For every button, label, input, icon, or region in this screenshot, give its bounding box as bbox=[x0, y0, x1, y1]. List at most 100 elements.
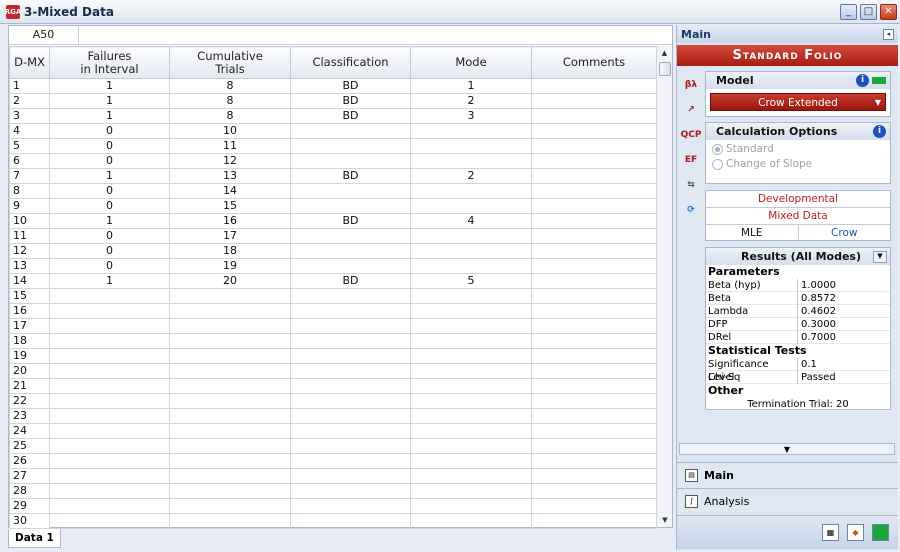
grid-cell[interactable] bbox=[290, 348, 411, 364]
grid-cell[interactable]: 15 bbox=[169, 198, 291, 214]
grid-cell[interactable] bbox=[531, 468, 657, 484]
row-header[interactable]: 19 bbox=[9, 348, 50, 364]
grid-cell[interactable] bbox=[410, 333, 532, 349]
grid-cell[interactable] bbox=[169, 453, 291, 469]
grid-cell[interactable] bbox=[169, 348, 291, 364]
row-header[interactable]: 21 bbox=[9, 378, 50, 394]
report-icon[interactable]: ▦ bbox=[822, 524, 839, 541]
grid-cell[interactable] bbox=[169, 408, 291, 424]
grid-cell[interactable] bbox=[290, 228, 411, 244]
grid-cell[interactable] bbox=[49, 423, 170, 439]
row-header[interactable]: 1 bbox=[9, 78, 50, 94]
grid-cell[interactable] bbox=[49, 468, 170, 484]
tab-data-1[interactable]: Data 1 bbox=[8, 529, 61, 548]
grid-cell[interactable] bbox=[410, 138, 532, 154]
column-header[interactable]: Comments bbox=[531, 46, 657, 79]
refresh-icon[interactable]: ⟳ bbox=[681, 200, 701, 220]
maximize-button[interactable]: □ bbox=[860, 3, 877, 20]
grid-cell[interactable] bbox=[531, 513, 657, 529]
grid-cell[interactable]: 0 bbox=[49, 183, 170, 199]
grid-cell[interactable]: 1 bbox=[410, 78, 532, 94]
grid-cell[interactable] bbox=[410, 408, 532, 424]
column-header[interactable]: Failures in Interval bbox=[49, 46, 170, 79]
grid-cell[interactable] bbox=[531, 258, 657, 274]
grid-cell[interactable]: 3 bbox=[410, 108, 532, 124]
grid-cell[interactable]: 5 bbox=[410, 273, 532, 289]
model-dropdown[interactable]: Crow Extended ▼ bbox=[710, 93, 886, 111]
grid-cell[interactable] bbox=[531, 138, 657, 154]
grid-cell[interactable] bbox=[410, 258, 532, 274]
grid-cell[interactable] bbox=[290, 183, 411, 199]
grid-cell[interactable] bbox=[410, 243, 532, 259]
row-header[interactable]: 8 bbox=[9, 183, 50, 199]
grid-cell[interactable] bbox=[169, 513, 291, 529]
grid-cell[interactable] bbox=[410, 318, 532, 334]
collapse-icon[interactable]: ▼ bbox=[873, 250, 887, 263]
column-header[interactable]: D-MX bbox=[9, 46, 50, 79]
grid-cell[interactable] bbox=[49, 378, 170, 394]
grid-cell[interactable] bbox=[169, 423, 291, 439]
grid-cell[interactable]: 17 bbox=[169, 228, 291, 244]
grid-cell[interactable] bbox=[531, 78, 657, 94]
grid-cell[interactable] bbox=[410, 363, 532, 379]
grid-cell[interactable] bbox=[290, 333, 411, 349]
grid-cell[interactable] bbox=[410, 468, 532, 484]
grid-cell[interactable] bbox=[49, 303, 170, 319]
row-header[interactable]: 25 bbox=[9, 438, 50, 454]
scroll-thumb[interactable] bbox=[659, 62, 671, 76]
grid-cell[interactable] bbox=[410, 513, 532, 529]
row-header[interactable]: 9 bbox=[9, 198, 50, 214]
grid-cell[interactable]: 20 bbox=[169, 273, 291, 289]
grid-cell[interactable] bbox=[531, 438, 657, 454]
info-icon[interactable]: i bbox=[856, 74, 869, 87]
grid-cell[interactable]: 18 bbox=[169, 243, 291, 259]
nav-analysis[interactable]: ∫ Analysis bbox=[677, 488, 898, 513]
grid-cell[interactable] bbox=[290, 498, 411, 514]
grid-cell[interactable] bbox=[531, 333, 657, 349]
row-header[interactable]: 5 bbox=[9, 138, 50, 154]
grid-cell[interactable] bbox=[49, 483, 170, 499]
grid-cell[interactable] bbox=[49, 408, 170, 424]
grid-cell[interactable]: 1 bbox=[49, 78, 170, 94]
row-header[interactable]: 18 bbox=[9, 333, 50, 349]
radio-change-of-slope[interactable]: Change of Slope bbox=[706, 158, 890, 173]
grid-cell[interactable] bbox=[531, 288, 657, 304]
grid-cell[interactable] bbox=[410, 183, 532, 199]
row-header[interactable]: 3 bbox=[9, 108, 50, 124]
transfer-icon[interactable]: ⇆ bbox=[681, 175, 701, 195]
grid-cell[interactable] bbox=[49, 318, 170, 334]
grid-cell[interactable] bbox=[290, 318, 411, 334]
row-header[interactable]: 17 bbox=[9, 318, 50, 334]
grid-cell[interactable] bbox=[531, 498, 657, 514]
grid-cell[interactable] bbox=[169, 333, 291, 349]
plot-icon[interactable]: ↗ bbox=[681, 100, 701, 120]
grid-cell[interactable] bbox=[410, 498, 532, 514]
grid-cell[interactable]: BD bbox=[290, 93, 411, 109]
grid-cell[interactable] bbox=[410, 303, 532, 319]
row-header[interactable]: 15 bbox=[9, 288, 50, 304]
grid-cell[interactable]: 0 bbox=[49, 138, 170, 154]
grid-cell[interactable] bbox=[290, 303, 411, 319]
grid-cell[interactable]: 2 bbox=[410, 93, 532, 109]
grid-cell[interactable]: BD bbox=[290, 78, 411, 94]
grid-cell[interactable] bbox=[410, 453, 532, 469]
grid-cell[interactable]: BD bbox=[290, 273, 411, 289]
grid-cell[interactable] bbox=[290, 288, 411, 304]
grid-cell[interactable]: 0 bbox=[49, 258, 170, 274]
grid-cell[interactable] bbox=[410, 228, 532, 244]
qcp-icon[interactable]: QCP bbox=[681, 125, 702, 145]
grid-cell[interactable] bbox=[531, 423, 657, 439]
grid-cell[interactable]: 1 bbox=[49, 108, 170, 124]
row-header[interactable]: 29 bbox=[9, 498, 50, 514]
grid-cell[interactable] bbox=[290, 513, 411, 529]
row-header[interactable]: 4 bbox=[9, 123, 50, 139]
row-header[interactable]: 20 bbox=[9, 363, 50, 379]
beta-calc-icon[interactable]: βλ bbox=[681, 75, 701, 95]
grid-cell[interactable] bbox=[531, 408, 657, 424]
grid-cell[interactable] bbox=[410, 288, 532, 304]
close-button[interactable]: ✕ bbox=[880, 3, 897, 20]
grid-cell[interactable]: 10 bbox=[169, 123, 291, 139]
grid-cell[interactable] bbox=[169, 483, 291, 499]
row-header[interactable]: 24 bbox=[9, 423, 50, 439]
grid-cell[interactable] bbox=[290, 363, 411, 379]
